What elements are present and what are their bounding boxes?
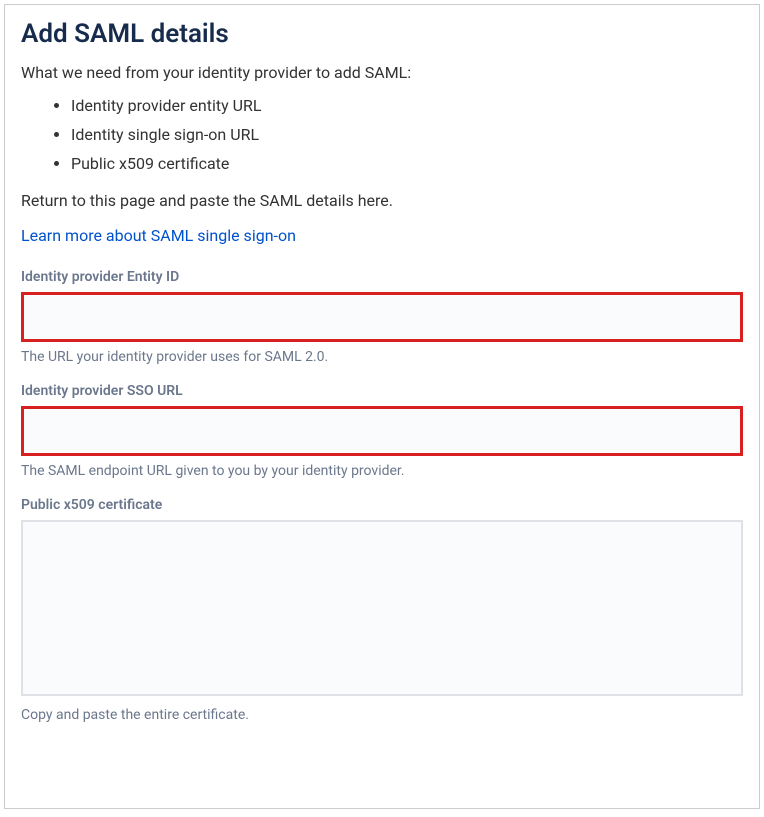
- sso-url-input[interactable]: [21, 406, 743, 456]
- entity-id-helper: The URL your identity provider uses for …: [21, 349, 743, 365]
- entity-id-label: Identity provider Entity ID: [21, 269, 743, 285]
- certificate-helper: Copy and paste the entire certificate.: [21, 707, 743, 723]
- list-item: Public x509 certificate: [71, 154, 743, 173]
- entity-id-field-group: Identity provider Entity ID The URL your…: [21, 269, 743, 365]
- sso-url-label: Identity provider SSO URL: [21, 383, 743, 399]
- list-item: Identity single sign-on URL: [71, 125, 743, 144]
- learn-more-link[interactable]: Learn more about SAML single sign-on: [21, 226, 296, 245]
- page-title: Add SAML details: [21, 19, 743, 49]
- entity-id-input[interactable]: [21, 292, 743, 342]
- intro-text: What we need from your identity provider…: [21, 63, 743, 82]
- sso-url-helper: The SAML endpoint URL given to you by yo…: [21, 463, 743, 479]
- sso-url-field-group: Identity provider SSO URL The SAML endpo…: [21, 383, 743, 479]
- requirements-list: Identity provider entity URL Identity si…: [71, 96, 743, 173]
- certificate-input[interactable]: [21, 520, 743, 696]
- certificate-field-group: Public x509 certificate Copy and paste t…: [21, 497, 743, 723]
- certificate-label: Public x509 certificate: [21, 497, 743, 513]
- saml-details-panel: Add SAML details What we need from your …: [4, 4, 760, 809]
- return-text: Return to this page and paste the SAML d…: [21, 191, 743, 210]
- list-item: Identity provider entity URL: [71, 96, 743, 115]
